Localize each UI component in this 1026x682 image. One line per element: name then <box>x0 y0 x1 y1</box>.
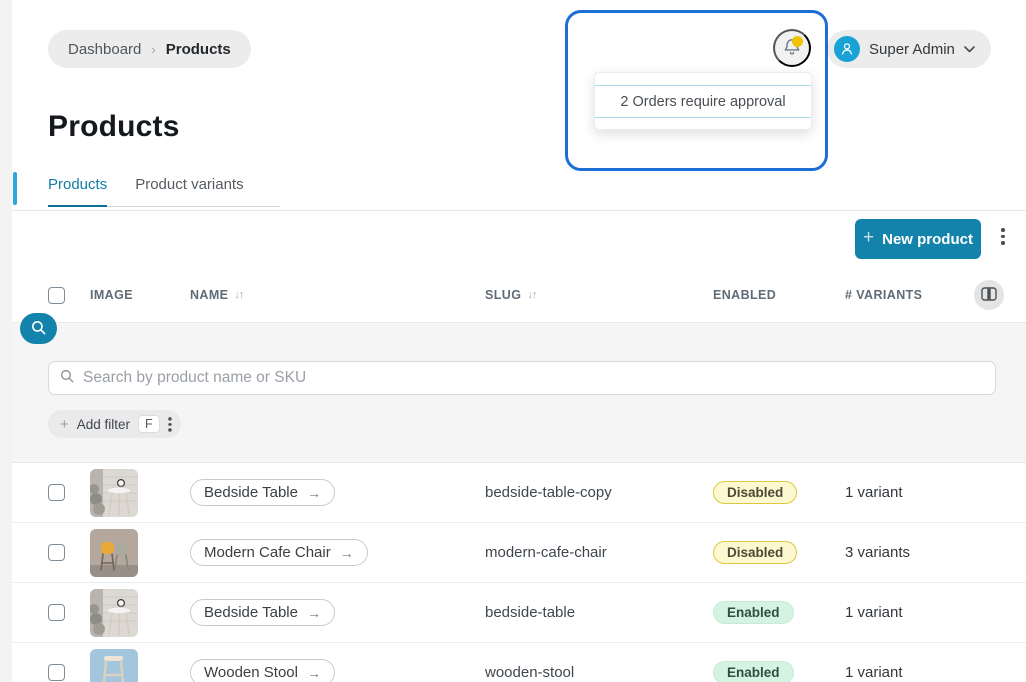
filter-section: + Add filter F <box>0 322 1026 463</box>
select-all-checkbox[interactable] <box>48 287 65 304</box>
product-name-label: Bedside Table <box>204 484 298 501</box>
column-header-image[interactable]: IMAGE <box>90 288 190 302</box>
variant-count: 1 variant <box>845 664 950 681</box>
product-slug: bedside-table <box>485 604 713 621</box>
column-header-slug[interactable]: SLUG ↓↑ <box>485 288 713 302</box>
sort-icon[interactable]: ↓↑ <box>527 289 536 301</box>
arrow-right-icon: → <box>340 545 354 561</box>
row-checkbox[interactable] <box>48 544 65 561</box>
search-bar[interactable] <box>48 361 996 395</box>
products-admin-page: Dashboard › Products 2 Orders require ap… <box>0 0 1026 682</box>
breadcrumb-separator-icon: › <box>151 42 155 57</box>
column-settings-button[interactable] <box>974 280 1004 310</box>
keyboard-shortcut-badge: F <box>138 415 160 433</box>
status-badge: Disabled <box>713 481 797 504</box>
tab-products[interactable]: Products <box>48 176 121 206</box>
breadcrumb-dashboard[interactable]: Dashboard <box>68 41 141 58</box>
add-filter-button[interactable]: + Add filter F <box>48 410 181 438</box>
chevron-down-icon <box>964 40 975 58</box>
product-slug: modern-cafe-chair <box>485 544 713 561</box>
column-header-slug-label: SLUG <box>485 288 521 302</box>
product-name-label: Bedside Table <box>204 604 298 621</box>
product-name-label: Modern Cafe Chair <box>204 544 331 561</box>
column-header-name-label: NAME <box>190 288 228 302</box>
new-product-button[interactable]: + New product <box>855 219 981 259</box>
arrow-right-icon: → <box>307 485 321 501</box>
product-name-link[interactable]: Bedside Table → <box>190 479 335 506</box>
product-image <box>90 649 138 682</box>
tab-bar: Products Product variants <box>48 176 280 207</box>
row-checkbox[interactable] <box>48 484 65 501</box>
search-icon <box>30 319 47 339</box>
table-row[interactable]: Bedside Table → bedside-table-copy Disab… <box>0 463 1026 523</box>
add-filter-label: Add filter <box>77 417 130 432</box>
product-image <box>90 469 138 517</box>
variant-count: 3 variants <box>845 544 950 561</box>
filter-kebab-menu-icon[interactable] <box>168 417 171 431</box>
product-slug: wooden-stool <box>485 664 713 681</box>
tab-product-variants[interactable]: Product variants <box>121 176 257 206</box>
new-product-label: New product <box>882 231 973 248</box>
row-checkbox[interactable] <box>48 664 65 681</box>
table-row[interactable]: Modern Cafe Chair → modern-cafe-chair Di… <box>0 523 1026 583</box>
scroll-indicator[interactable] <box>13 172 17 205</box>
product-slug: bedside-table-copy <box>485 484 713 501</box>
search-fab-button[interactable] <box>20 313 57 344</box>
product-name-link[interactable]: Modern Cafe Chair → <box>190 539 368 566</box>
product-name-link[interactable]: Wooden Stool → <box>190 659 335 682</box>
column-header-variants[interactable]: # VARIANTS <box>845 288 950 302</box>
collapsed-sidebar-strip <box>0 0 12 682</box>
page-title: Products <box>48 110 180 144</box>
plus-icon: + <box>863 227 874 249</box>
notification-popup: 2 Orders require approval <box>594 72 812 130</box>
sort-icon[interactable]: ↓↑ <box>234 289 243 301</box>
plus-icon: + <box>60 416 69 433</box>
variant-count: 1 variant <box>845 604 950 621</box>
columns-icon <box>981 287 997 304</box>
status-badge: Disabled <box>713 541 797 564</box>
user-avatar-icon <box>834 36 860 62</box>
product-table-body: Bedside Table → bedside-table-copy Disab… <box>0 463 1026 682</box>
column-header-enabled[interactable]: ENABLED <box>713 288 845 302</box>
product-name-link[interactable]: Bedside Table → <box>190 599 335 626</box>
column-header-name[interactable]: NAME ↓↑ <box>190 288 485 302</box>
search-icon <box>59 368 75 389</box>
table-row[interactable]: Wooden Stool → wooden-stool Enabled 1 va… <box>0 643 1026 682</box>
user-name-label: Super Admin <box>869 41 955 58</box>
breadcrumb-products[interactable]: Products <box>166 41 231 58</box>
row-checkbox[interactable] <box>48 604 65 621</box>
toolbar-kebab-menu-icon[interactable] <box>1001 228 1005 245</box>
arrow-right-icon: → <box>307 605 321 621</box>
notifications-button[interactable] <box>773 29 811 67</box>
tabs-divider <box>0 210 1026 211</box>
product-image <box>90 529 138 577</box>
table-header-row: IMAGE NAME ↓↑ SLUG ↓↑ ENABLED # VARIANTS <box>0 268 1026 322</box>
arrow-right-icon: → <box>307 665 321 681</box>
table-row[interactable]: Bedside Table → bedside-table Enabled 1 … <box>0 583 1026 643</box>
notification-badge-dot <box>792 36 803 47</box>
variant-count: 1 variant <box>845 484 950 501</box>
breadcrumb: Dashboard › Products <box>48 30 251 68</box>
search-input[interactable] <box>83 369 985 387</box>
product-image <box>90 589 138 637</box>
notification-popup-item[interactable]: 2 Orders require approval <box>595 85 811 118</box>
user-menu[interactable]: Super Admin <box>827 30 991 68</box>
status-badge: Enabled <box>713 661 794 682</box>
status-badge: Enabled <box>713 601 794 624</box>
product-name-label: Wooden Stool <box>204 664 298 681</box>
